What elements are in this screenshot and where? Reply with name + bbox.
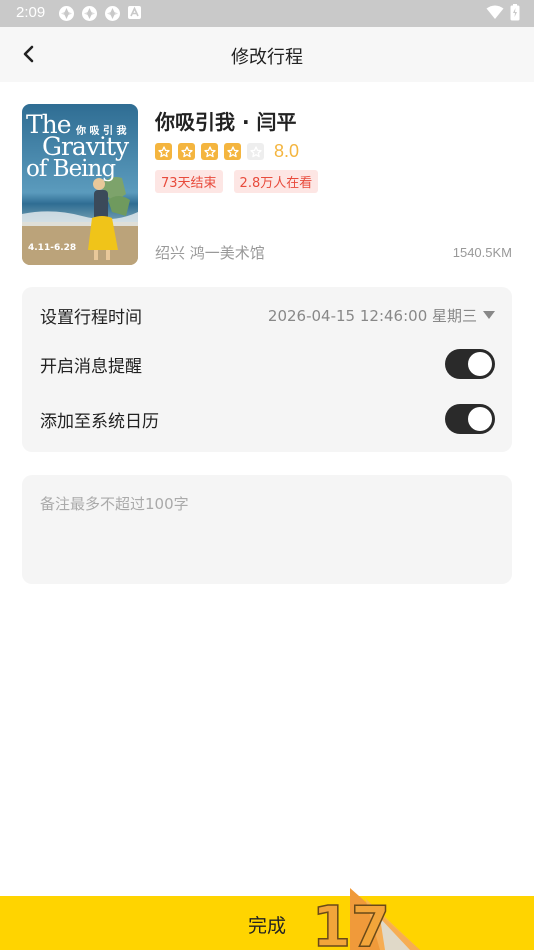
reminder-toggle[interactable]	[445, 349, 495, 379]
event-card[interactable]: The 你 吸 引 我 Gravity of Being 4.11-6.28 你…	[22, 104, 512, 266]
star-icon	[224, 143, 241, 160]
calendar-row: 添加至系统日历	[40, 402, 495, 436]
note-input[interactable]	[22, 475, 512, 584]
time-value: 2026-04-15 12:46:00 星期三	[267, 306, 477, 325]
notification-icons	[58, 5, 144, 22]
star-icon	[178, 143, 195, 160]
venue: 绍兴 鸿一美术馆	[155, 244, 265, 262]
star-empty-icon	[247, 143, 264, 160]
status-bar: 2:09	[0, 0, 534, 27]
settings-card: 设置行程时间 2026-04-15 12:46:00 星期三 开启消息提醒 添加…	[22, 287, 512, 452]
reminder-label: 开启消息提醒	[40, 356, 142, 377]
event-title: 你吸引我 · 闫平	[155, 110, 297, 134]
wifi-icon	[486, 5, 504, 24]
badge-17-icon: 17	[311, 888, 420, 950]
calendar-toggle[interactable]	[445, 404, 495, 434]
event-poster[interactable]: The 你 吸 引 我 Gravity of Being 4.11-6.28	[22, 104, 138, 265]
toggle-knob	[468, 407, 492, 431]
app-a-icon	[127, 5, 144, 22]
reminder-row: 开启消息提醒	[40, 347, 495, 381]
poster-dates: 4.11-6.28	[28, 243, 77, 253]
distance: 1540.5KM	[452, 245, 512, 260]
page-title: 修改行程	[231, 47, 303, 68]
poster-title-being: of Being	[26, 156, 116, 182]
badge-text: 17	[312, 895, 390, 950]
toggle-knob	[468, 352, 492, 376]
calendar-label: 添加至系统日历	[40, 411, 159, 432]
done-label: 完成	[247, 915, 286, 937]
status-time: 2:09	[16, 4, 46, 21]
battery-icon	[510, 4, 520, 25]
nav-bar: 修改行程	[0, 27, 534, 82]
event-tags: 73天结束 2.8万人在看	[155, 170, 319, 193]
caret-down-icon	[483, 311, 495, 319]
tag-viewers: 2.8万人在看	[233, 170, 319, 193]
note-box	[22, 475, 512, 584]
app-notification-icon	[81, 5, 98, 22]
time-setting-row[interactable]: 设置行程时间 2026-04-15 12:46:00 星期三	[40, 298, 495, 332]
rating: 8.0	[155, 141, 299, 162]
app-notification-icon	[58, 5, 75, 22]
time-picker[interactable]: 2026-04-15 12:46:00 星期三	[268, 305, 495, 326]
star-icon	[201, 143, 218, 160]
system-icons	[486, 4, 520, 25]
time-setting-label: 设置行程时间	[40, 307, 142, 328]
star-icon	[155, 143, 172, 160]
done-button[interactable]: 完成	[0, 896, 534, 950]
app-notification-icon	[104, 5, 121, 22]
rating-score: 8.0	[274, 141, 300, 161]
tag-days-left: 73天结束	[155, 170, 223, 193]
